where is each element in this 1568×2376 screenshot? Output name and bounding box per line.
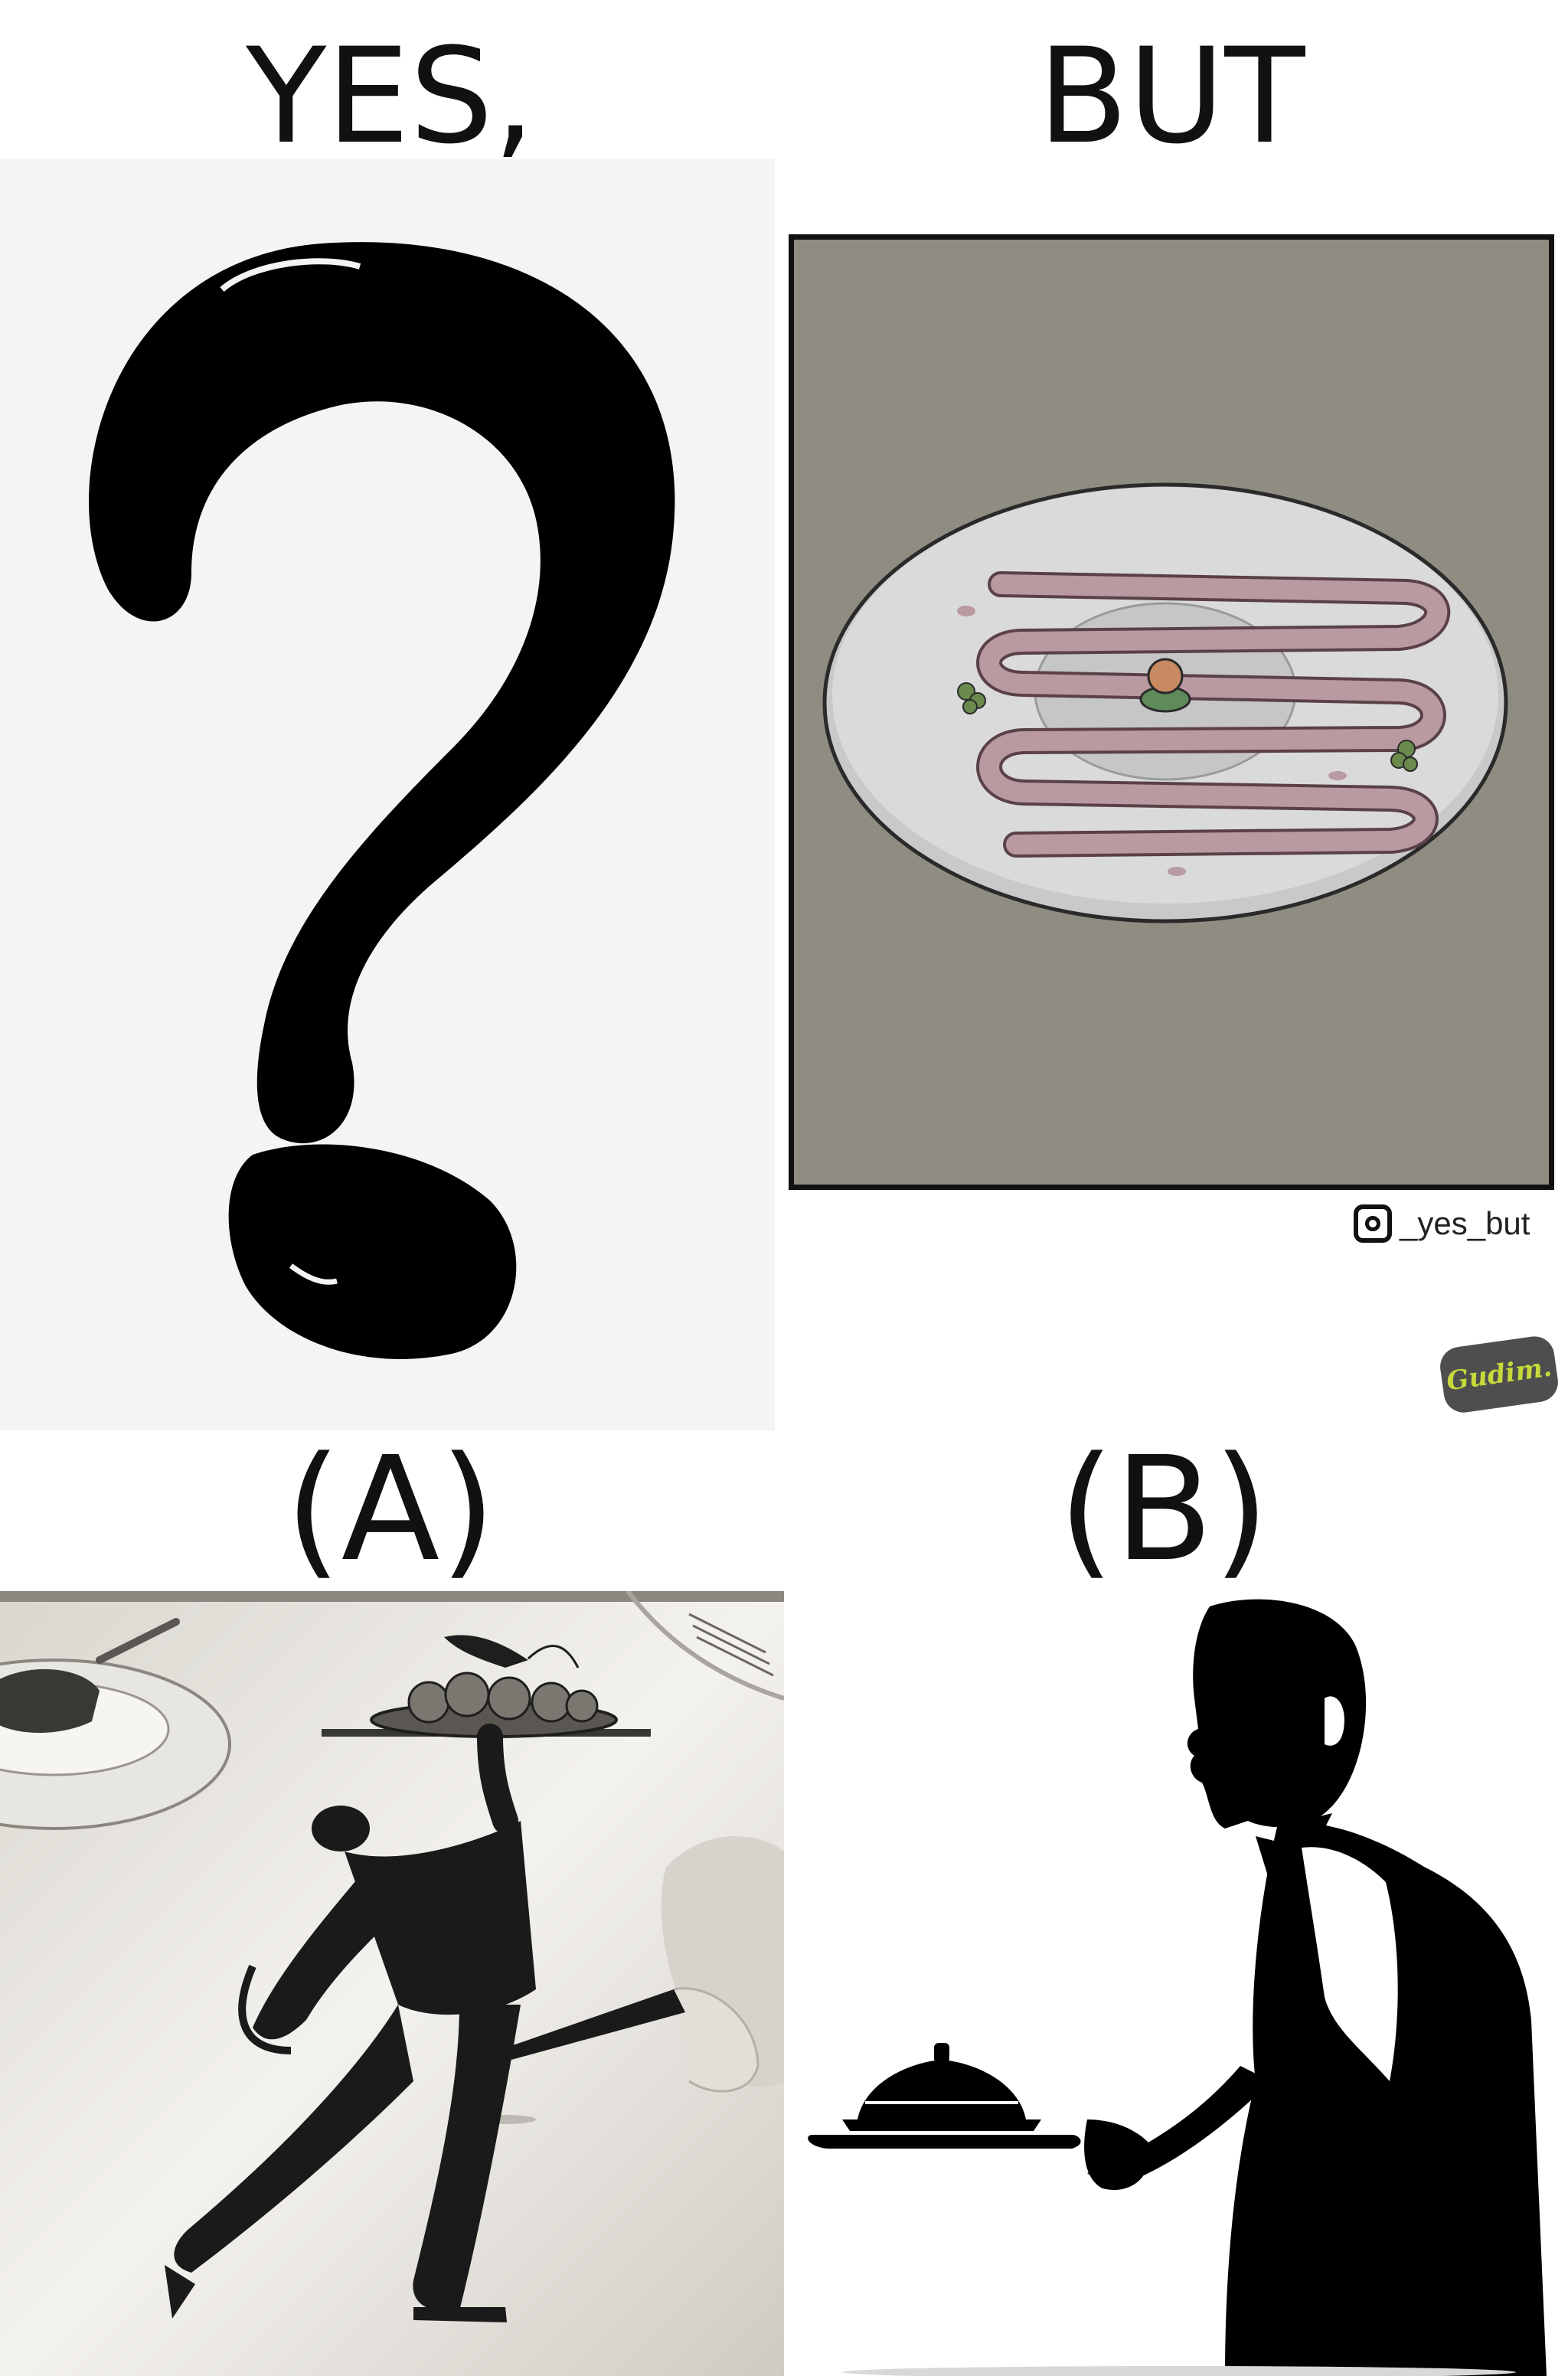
gudim-badge: Gudim. — [1437, 1333, 1561, 1416]
plate-panel — [789, 234, 1554, 1190]
gudim-badge-text: Gudim. — [1444, 1351, 1554, 1397]
sketch-waiter-illustration — [0, 1591, 784, 2376]
question-mark-icon — [88, 242, 675, 1359]
instagram-icon — [1354, 1204, 1392, 1243]
question-mark-panel — [0, 159, 775, 1430]
heading-but: BUT — [1037, 19, 1305, 173]
option-a-label: (A) — [285, 1426, 496, 1593]
option-b-label: (B) — [1058, 1426, 1269, 1593]
sketch-waiter-panel — [0, 1591, 784, 2376]
instagram-credit: _yes_but — [1354, 1201, 1530, 1247]
plate-illustration — [822, 482, 1508, 923]
instagram-handle: _yes_but — [1400, 1205, 1530, 1241]
heading-yes: YES, — [246, 19, 535, 173]
silhouette-waiter-panel — [796, 1591, 1562, 2376]
silhouette-waiter-illustration — [808, 1599, 1547, 2376]
